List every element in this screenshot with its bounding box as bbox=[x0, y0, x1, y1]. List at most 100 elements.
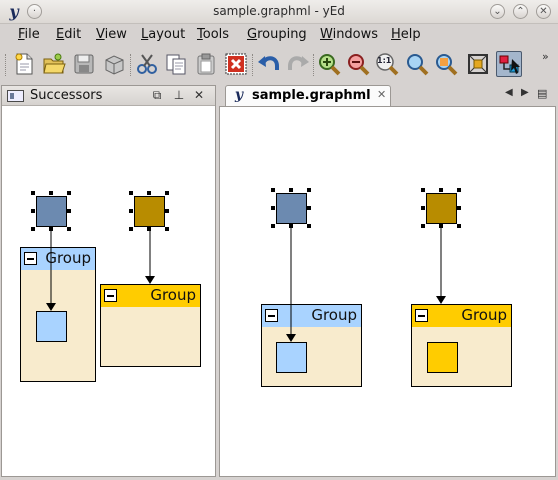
open-folder-icon bbox=[43, 53, 66, 74]
window-title: sample.graphml - yEd bbox=[213, 4, 345, 18]
menu-grouping[interactable]: Grouping bbox=[247, 27, 307, 42]
zoom-out-icon bbox=[348, 54, 370, 76]
document-tabstrip: y sample.graphml ✕ ◀ ▶ ▤ bbox=[219, 85, 556, 106]
toolbar-grip bbox=[5, 54, 6, 76]
yed-document-icon: y bbox=[234, 87, 244, 103]
toolbar: 1:1 » bbox=[0, 46, 558, 84]
selection-handle[interactable] bbox=[439, 224, 443, 228]
redo-button[interactable] bbox=[285, 51, 311, 77]
selection-handle[interactable] bbox=[271, 224, 275, 228]
selection-handle[interactable] bbox=[49, 191, 53, 195]
selection-handle[interactable] bbox=[31, 209, 35, 213]
undo-button[interactable] bbox=[256, 51, 282, 77]
selection-handle[interactable] bbox=[129, 191, 133, 195]
selection-handle[interactable] bbox=[307, 188, 311, 192]
toolbar-separator bbox=[313, 54, 314, 76]
save-all-button[interactable] bbox=[101, 51, 127, 77]
edit-mode-button[interactable] bbox=[496, 51, 522, 77]
selection-handle[interactable] bbox=[165, 209, 169, 213]
edit-mode-icon bbox=[499, 55, 520, 74]
tab-prev-icon[interactable]: ◀ bbox=[505, 87, 513, 98]
save-icon bbox=[74, 54, 94, 74]
minimize-button[interactable]: ⌄ bbox=[490, 4, 505, 19]
menu-windows[interactable]: Windows bbox=[320, 27, 378, 42]
undo-icon bbox=[258, 56, 279, 70]
selection-handle[interactable] bbox=[31, 191, 35, 195]
selection-handle[interactable] bbox=[49, 227, 53, 231]
selection-handle[interactable] bbox=[439, 188, 443, 192]
selection-handle[interactable] bbox=[147, 191, 151, 195]
tab-label: sample.graphml bbox=[252, 88, 371, 103]
selection-handle[interactable] bbox=[31, 227, 35, 231]
new-document-button[interactable] bbox=[11, 51, 37, 77]
selected-node[interactable] bbox=[36, 196, 67, 227]
zoom-fit-icon bbox=[407, 54, 429, 76]
copy-button[interactable] bbox=[163, 51, 189, 77]
new-document-icon bbox=[15, 53, 33, 75]
successors-edges bbox=[46, 211, 155, 311]
cut-icon bbox=[137, 54, 157, 74]
zoom-in-button[interactable] bbox=[316, 51, 342, 77]
selection-handle[interactable] bbox=[289, 224, 293, 228]
zoom-original-label: 1:1 bbox=[377, 56, 392, 65]
selected-node[interactable] bbox=[426, 193, 457, 224]
menu-tools[interactable]: Tools bbox=[197, 27, 229, 42]
zoom-out-button[interactable] bbox=[345, 51, 371, 77]
redo-icon bbox=[288, 56, 309, 70]
selection-handle[interactable] bbox=[165, 191, 169, 195]
toolbar-separator bbox=[252, 54, 253, 76]
fit-content-button[interactable] bbox=[465, 51, 491, 77]
selected-node[interactable] bbox=[134, 196, 165, 227]
menu-view[interactable]: View bbox=[96, 27, 127, 42]
menu-file[interactable]: File bbox=[18, 27, 40, 42]
selection-handle[interactable] bbox=[147, 227, 151, 231]
paste-button[interactable] bbox=[193, 51, 219, 77]
save-all-icon bbox=[105, 55, 124, 75]
tab-close-icon[interactable]: ✕ bbox=[377, 88, 386, 101]
selection-handle[interactable] bbox=[129, 227, 133, 231]
toolbar-separator bbox=[130, 54, 131, 76]
menu-layout[interactable]: Layout bbox=[141, 27, 185, 42]
selection-handle[interactable] bbox=[421, 206, 425, 210]
selection-handle[interactable] bbox=[457, 206, 461, 210]
paste-icon bbox=[197, 53, 215, 75]
tab-next-icon[interactable]: ▶ bbox=[521, 87, 529, 98]
graph-canvas[interactable]: Group Group bbox=[219, 106, 556, 477]
menu-bar: File Edit View Layout Tools Grouping Win… bbox=[0, 24, 558, 46]
open-button[interactable] bbox=[41, 51, 67, 77]
maximize-button[interactable]: ⌃ bbox=[513, 4, 528, 19]
delete-icon bbox=[225, 53, 247, 75]
delete-button[interactable] bbox=[223, 51, 249, 77]
menu-edit[interactable]: Edit bbox=[56, 27, 81, 42]
selection-handle[interactable] bbox=[421, 224, 425, 228]
selection-handle[interactable] bbox=[165, 227, 169, 231]
selection-handle[interactable] bbox=[129, 209, 133, 213]
zoom-original-button[interactable]: 1:1 bbox=[374, 51, 400, 77]
selection-handle[interactable] bbox=[421, 188, 425, 192]
selection-handle[interactable] bbox=[457, 188, 461, 192]
copy-icon bbox=[166, 54, 186, 75]
cut-button[interactable] bbox=[134, 51, 160, 77]
selection-handle[interactable] bbox=[67, 209, 71, 213]
save-button[interactable] bbox=[71, 51, 97, 77]
zoom-in-icon bbox=[319, 54, 341, 76]
selection-handle[interactable] bbox=[289, 188, 293, 192]
toolbar-overflow[interactable]: » bbox=[542, 50, 549, 63]
menu-help[interactable]: Help bbox=[391, 27, 421, 42]
graph-edges bbox=[286, 224, 446, 342]
close-button[interactable]: ✕ bbox=[536, 4, 551, 19]
tab-menu-icon[interactable]: ▤ bbox=[537, 87, 547, 100]
selection-handle[interactable] bbox=[67, 227, 71, 231]
selection-handle[interactable] bbox=[307, 206, 311, 210]
zoom-selection-icon bbox=[436, 54, 458, 76]
selection-handle[interactable] bbox=[457, 224, 461, 228]
selection-handle[interactable] bbox=[307, 224, 311, 228]
selection-handle[interactable] bbox=[67, 191, 71, 195]
zoom-fit-button[interactable] bbox=[404, 51, 430, 77]
selected-node[interactable] bbox=[276, 193, 307, 224]
zoom-selection-button[interactable] bbox=[433, 51, 459, 77]
title-bar: y · sample.graphml - yEd ⌄ ⌃ ✕ bbox=[0, 0, 558, 24]
tab-sample-graphml[interactable]: y sample.graphml ✕ bbox=[225, 85, 391, 106]
selection-handle[interactable] bbox=[271, 188, 275, 192]
selection-handle[interactable] bbox=[271, 206, 275, 210]
